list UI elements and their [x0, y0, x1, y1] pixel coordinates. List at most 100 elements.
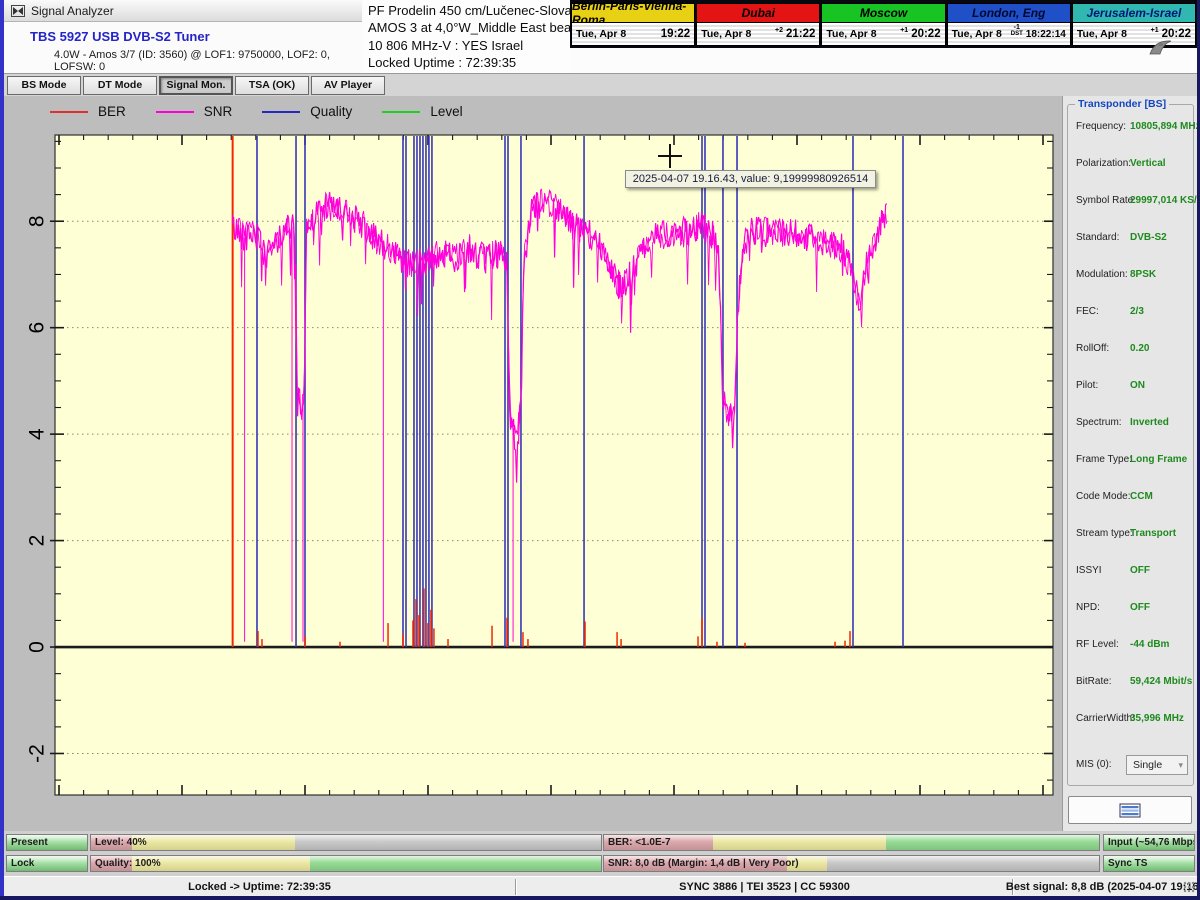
meter-label: Level: 40%	[95, 835, 147, 850]
transponder-row: Frame Type:Long Frame	[1068, 454, 1193, 469]
info-line-site: PF Prodelin 450 cm/Lučenec-Slovakia	[368, 2, 571, 19]
clock-jerusalem-israel: Jerusalem-IsraelTue, Apr 8+120:22	[1072, 3, 1196, 46]
legend-label: Level	[430, 104, 462, 119]
clock-date: Tue, Apr 8	[701, 28, 751, 40]
transponder-row-label: Polarization:	[1076, 158, 1131, 169]
site-info-block: PF Prodelin 450 cm/Lučenec-Slovakia AMOS…	[365, 1, 571, 73]
meter-level: Level: 40%	[90, 834, 602, 851]
transponder-row-label: NPD:	[1076, 602, 1100, 613]
transponder-row-value: 2/3	[1130, 306, 1144, 317]
meter-ber: BER: <1.0E-7	[603, 834, 1100, 851]
meter-snr: SNR: 8,0 dB (Margin: 1,4 dB | Very Poor)	[603, 855, 1100, 872]
app-icon	[11, 4, 25, 18]
transponder-row: Spectrum:Inverted	[1068, 417, 1193, 432]
clock-time: 18:22:14	[1026, 29, 1066, 40]
tab-bs-mode[interactable]: BS Mode	[7, 76, 81, 95]
meter-gloss	[91, 856, 601, 871]
transponder-row-value: Inverted	[1130, 417, 1169, 428]
info-line-satellite: AMOS 3 at 4,0°W_Middle East beam	[368, 19, 571, 36]
transponder-row: Polarization:Vertical	[1068, 158, 1193, 173]
transponder-title: Transponder [BS]	[1075, 98, 1169, 110]
clock-date: Tue, Apr 8	[952, 28, 1002, 40]
mis-dropdown[interactable]: Single ▾	[1126, 755, 1188, 775]
transponder-row-label: Frame Type:	[1076, 454, 1132, 465]
clock-time-row: Tue, Apr 8+221:22	[697, 23, 819, 45]
titlebar: Signal Analyzer	[4, 0, 362, 22]
clock-utc-offset: +2	[775, 28, 783, 40]
legend-swatch	[50, 111, 88, 113]
transponder-row-label: Symbol Rate:	[1076, 195, 1136, 206]
transponder-row-label: RollOff:	[1076, 343, 1109, 354]
tuner-details: 4.0W - Amos 3/7 (ID: 3560) @ LOF1: 97500…	[54, 49, 362, 73]
clock-time-row: Tue, Apr 819:22	[572, 23, 694, 45]
tab-dt-mode[interactable]: DT Mode	[83, 76, 157, 95]
legend-item-ber: BER	[50, 104, 126, 119]
transponder-row-value: CCM	[1130, 491, 1153, 502]
transponder-row-label: Pilot:	[1076, 380, 1098, 391]
transponder-row: NPD: OFF	[1068, 602, 1193, 617]
meter-lock: Lock	[6, 855, 88, 872]
mis-value: Single	[1133, 759, 1162, 771]
signal-meters: Present Lock Level: 40% Quality: 100% BER: <…	[4, 831, 1197, 876]
meter-label: Sync TS	[1108, 856, 1147, 871]
transponder-row: Stream type:Transport	[1068, 528, 1193, 543]
y-axis-label: 8	[26, 215, 49, 227]
signal-chart[interactable]: -202468	[4, 96, 1062, 831]
transponder-row-value: OFF	[1130, 602, 1150, 613]
clock-city-label: London, Eng	[948, 4, 1070, 23]
meter-present: Present	[6, 834, 88, 851]
tuner-block: TBS 5927 USB DVB-S2 Tuner 4.0W - Amos 3/…	[4, 22, 362, 73]
meter-label: Present	[11, 835, 48, 850]
y-axis-label: 2	[26, 535, 49, 547]
transponder-list-button[interactable]	[1068, 796, 1192, 824]
transponder-row-label: Frequency:	[1076, 121, 1126, 132]
transponder-row-value: 35,996 MHz	[1130, 713, 1184, 724]
meter-gloss	[91, 835, 601, 850]
transponder-row-value: 59,424 Mbit/s	[1130, 676, 1192, 687]
transponder-row-label: FEC:	[1076, 306, 1099, 317]
transponder-row-label: RF Level:	[1076, 639, 1119, 650]
tab-signal-mon-[interactable]: Signal Mon.	[159, 76, 233, 95]
clock-berlin-paris-vienna-roma: Berlin-Paris-Vienna-RomaTue, Apr 819:22	[571, 3, 695, 46]
status-sync-counters: SYNC 3886 | TEI 3523 | CC 59300	[517, 877, 1012, 896]
resize-grip[interactable]	[1183, 881, 1195, 893]
status-best-signal: Best signal: 8,8 dB (2025-04-07 19:16)	[1014, 877, 1194, 896]
transponder-row-label: BitRate:	[1076, 676, 1112, 687]
info-line-frequency: 10 806 MHz-V : YES Israel	[368, 37, 571, 54]
transponder-row-value: 29997,014 KS/s	[1130, 195, 1200, 206]
chevron-down-icon: ▾	[1178, 760, 1183, 771]
clock-date: Tue, Apr 8	[826, 28, 876, 40]
transponder-row-value: 10805,894 MHz	[1130, 121, 1200, 132]
meter-sync-ts: Sync TS	[1103, 855, 1195, 872]
tab-tsa-ok-[interactable]: TSA (OK)	[235, 76, 309, 95]
legend-item-snr: SNR	[156, 104, 233, 119]
transponder-row: Standard:DVB-S2	[1068, 232, 1193, 247]
transponder-row-value: DVB-S2	[1130, 232, 1167, 243]
transponder-row-value: Long Frame	[1130, 454, 1187, 465]
legend-swatch	[156, 111, 194, 113]
legend-swatch	[382, 111, 420, 113]
legend-item-level: Level	[382, 104, 462, 119]
clock-time: 19:22	[661, 28, 690, 40]
status-lock-uptime: Locked -> Uptime: 72:39:35	[4, 877, 515, 896]
transponder-row: ISSYIOFF	[1068, 565, 1193, 580]
clock-london-eng: London, EngTue, Apr 8-1DST18:22:14	[947, 3, 1071, 46]
tab-av-player[interactable]: AV Player	[311, 76, 385, 95]
clock-city-label: Berlin-Paris-Vienna-Roma	[572, 4, 694, 23]
window-border-left	[0, 0, 4, 900]
meter-label: Quality: 100%	[95, 856, 161, 871]
y-axis-label: 4	[26, 428, 49, 440]
clock-time-row: Tue, Apr 8+120:22	[1073, 23, 1195, 45]
world-clocks: Berlin-Paris-Vienna-RomaTue, Apr 819:22D…	[570, 0, 1197, 48]
transponder-row: Frequency:10805,894 MHz	[1068, 121, 1193, 136]
transponder-row: CarrierWidth:35,996 MHz	[1068, 713, 1193, 728]
transponder-row-value: ON	[1130, 380, 1145, 391]
clock-time: 20:22	[911, 28, 940, 40]
transponder-row-value: -44 dBm	[1130, 639, 1169, 650]
clock-city-label: Jerusalem-Israel	[1073, 4, 1195, 23]
transponder-row: Modulation:8PSK	[1068, 269, 1193, 284]
transponder-row: BitRate: 59,424 Mbit/s	[1068, 676, 1193, 691]
transponder-row-value: Transport	[1130, 528, 1176, 539]
transponder-row-label: ISSYI	[1076, 565, 1102, 576]
legend-item-quality: Quality	[262, 104, 352, 119]
